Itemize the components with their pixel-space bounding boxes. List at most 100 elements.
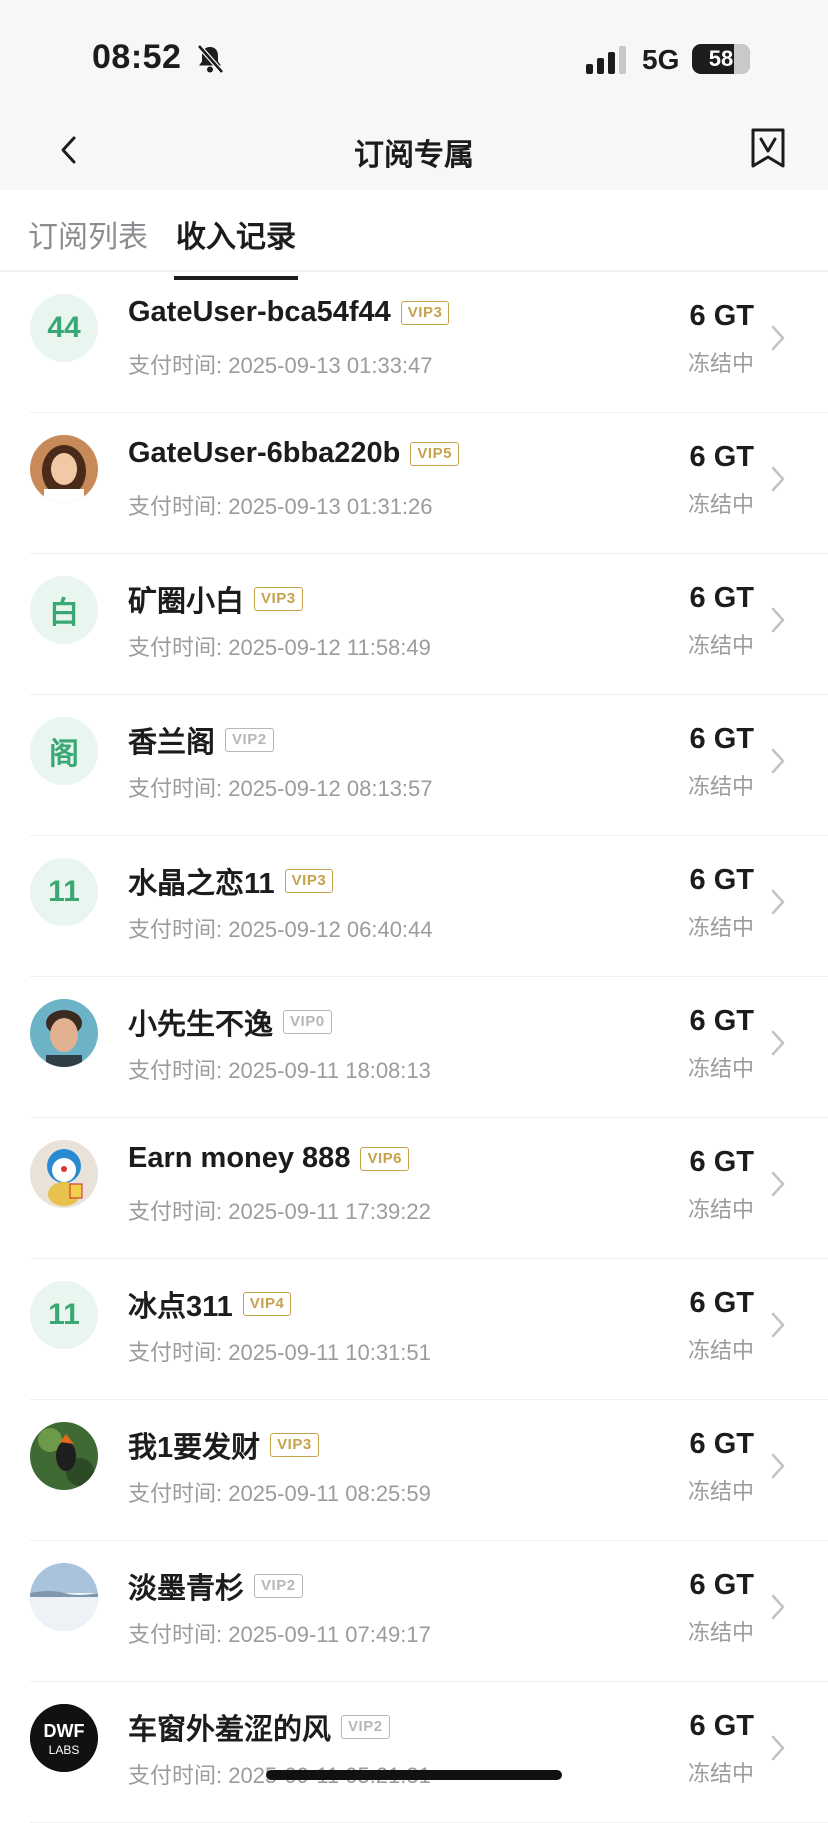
payment-time: 支付时间: 2025-09-11 08:25:59 <box>128 1481 431 1506</box>
cellular-signal-icon <box>586 46 626 74</box>
chevron-right-icon <box>771 1735 785 1761</box>
tab-bar: 订阅列表 收入记录 <box>0 190 828 280</box>
user-name: GateUser-bca54f44 <box>128 296 391 328</box>
battery-level: 58 <box>708 46 734 71</box>
name-line: 我1要发财 VIP3 <box>128 1424 319 1466</box>
user-name: 矿圈小白 <box>128 586 245 618</box>
status-label: 冻结中 <box>687 915 754 940</box>
payment-time: 支付时间: 2025-09-12 06:40:44 <box>128 917 433 942</box>
svg-text:DWF: DWF <box>44 1721 85 1741</box>
status-label: 冻结中 <box>687 1479 754 1504</box>
income-record-row[interactable]: DWFLABS 车窗外羞涩的风 VIP2 支付时间: 2025-09-11 05… <box>30 1682 828 1823</box>
amount: 6 GT <box>689 1710 754 1742</box>
vip-badge: VIP3 <box>254 587 303 611</box>
status-label: 冻结中 <box>687 351 754 376</box>
avatar-text: 白 <box>49 597 79 630</box>
name-line: 小先生不逸 VIP0 <box>128 1001 332 1043</box>
user-name: 我1要发财 <box>128 1432 261 1464</box>
vip-badge: VIP4 <box>242 1292 292 1316</box>
vip-badge: VIP5 <box>410 441 459 466</box>
user-name: GateUser-6bba220b <box>128 437 401 469</box>
status-label: 冻结中 <box>687 1056 754 1081</box>
avatar-initials: 白 <box>30 576 98 644</box>
user-name: 水晶之恋11 <box>128 868 275 900</box>
chevron-right-icon <box>771 607 785 633</box>
income-record-row[interactable]: 我1要发财 VIP3 支付时间: 2025-09-11 08:25:59 6 G… <box>30 1400 828 1541</box>
name-line: GateUser-bca54f44 VIP3 <box>128 296 450 329</box>
chevron-right-icon <box>771 466 785 492</box>
chevron-right-icon <box>771 1453 785 1479</box>
bookmark-icon[interactable] <box>748 126 788 170</box>
user-name: 香兰阁 <box>128 727 216 759</box>
payment-time: 支付时间: 2025-09-12 11:58:49 <box>128 635 431 660</box>
amount: 6 GT <box>689 582 754 614</box>
svg-text:LABS: LABS <box>49 1743 80 1757</box>
chevron-right-icon <box>771 325 785 351</box>
name-line: 车窗外羞涩的风 VIP2 <box>128 1706 390 1748</box>
status-label: 冻结中 <box>687 774 754 799</box>
payment-time: 支付时间: 2025-09-12 08:13:57 <box>128 776 433 801</box>
amount: 6 GT <box>689 441 754 473</box>
status-label: 冻结中 <box>687 1761 754 1786</box>
dwf-labs-logo-avatar: DWF LABS <box>30 1704 98 1772</box>
status-label: 冻结中 <box>687 1338 754 1363</box>
income-record-row[interactable]: Earn money 888 VIP6 支付时间: 2025-09-11 17:… <box>30 1118 828 1259</box>
payment-time: 支付时间: 2025-09-11 17:39:22 <box>128 1199 431 1224</box>
name-line: 矿圈小白 VIP3 <box>128 578 303 620</box>
status-label: 冻结中 <box>687 1620 754 1645</box>
payment-time: 支付时间: 2025-09-11 18:08:13 <box>128 1058 431 1083</box>
income-record-list: 44 GateUser-bca54f44 VIP3 支付时间: 2025-09-… <box>0 272 828 1823</box>
vip-badge: VIP2 <box>225 728 274 752</box>
avatar-text: 阁 <box>49 738 79 771</box>
user-name: 车窗外羞涩的风 <box>128 1714 332 1746</box>
payment-time: 支付时间: 2025-09-13 01:31:26 <box>128 494 433 519</box>
income-record-row[interactable]: 11 冰点311 VIP4 支付时间: 2025-09-11 10:31:51 … <box>30 1259 828 1400</box>
payment-time: 支付时间: 2025-09-11 10:31:51 <box>128 1340 431 1365</box>
vip-badge: VIP6 <box>360 1146 409 1171</box>
income-record-row[interactable]: 阁 香兰阁 VIP2 支付时间: 2025-09-12 08:13:57 6 G… <box>30 695 828 836</box>
home-indicator <box>266 1770 562 1780</box>
tab-subscription-list[interactable]: 订阅列表 <box>28 212 148 256</box>
network-type: 5G <box>642 44 680 75</box>
amount: 6 GT <box>689 300 754 332</box>
name-line: 冰点311 VIP4 <box>128 1283 292 1325</box>
status-time: 08:52 <box>92 38 182 76</box>
amount: 6 GT <box>689 1146 754 1178</box>
amount: 6 GT <box>689 1005 754 1037</box>
status-bar: 08:52 5G 58 <box>0 0 828 110</box>
amount: 6 GT <box>689 1569 754 1601</box>
income-record-row[interactable]: 小先生不逸 VIP0 支付时间: 2025-09-11 18:08:13 6 G… <box>30 977 828 1118</box>
page-title: 订阅专属 <box>354 139 474 172</box>
avatar-text: 11 <box>48 1298 80 1331</box>
name-line: GateUser-6bba220b VIP5 <box>128 437 459 470</box>
bell-muted-icon <box>197 44 224 74</box>
user-name: 小先生不逸 <box>128 1009 274 1041</box>
tab-income-records[interactable]: 收入记录 <box>174 212 298 280</box>
man-portrait-avatar <box>30 999 98 1067</box>
chevron-right-icon <box>771 1171 785 1197</box>
amount: 6 GT <box>689 723 754 755</box>
income-record-row[interactable]: 淡墨青杉 VIP2 支付时间: 2025-09-11 07:49:17 6 GT… <box>30 1541 828 1682</box>
vip-badge: VIP3 <box>270 1433 319 1457</box>
lucky-cat-avatar <box>30 1140 98 1208</box>
status-label: 冻结中 <box>687 492 754 517</box>
income-record-row[interactable]: 44 GateUser-bca54f44 VIP3 支付时间: 2025-09-… <box>30 272 828 413</box>
income-record-row[interactable]: 白 矿圈小白 VIP3 支付时间: 2025-09-12 11:58:49 6 … <box>30 554 828 695</box>
income-record-row[interactable]: GateUser-6bba220b VIP5 支付时间: 2025-09-13 … <box>30 413 828 554</box>
battery-icon: 58 <box>692 44 750 74</box>
status-label: 冻结中 <box>687 1197 754 1222</box>
vip-badge: VIP3 <box>400 300 450 325</box>
nav-bar: 订阅专属 <box>0 110 828 190</box>
chevron-right-icon <box>771 1030 785 1056</box>
avatar-initials: 11 <box>30 858 98 926</box>
avatar-initials: 44 <box>30 294 98 362</box>
income-record-row[interactable]: 11 水晶之恋11 VIP3 支付时间: 2025-09-12 06:40:44… <box>30 836 828 977</box>
payment-time: 支付时间: 2025-09-13 01:33:47 <box>128 353 433 378</box>
avatar-initials: 阁 <box>30 717 98 785</box>
name-line: 淡墨青杉 VIP2 <box>128 1565 303 1607</box>
tab-income-records-label: 收入记录 <box>176 221 296 254</box>
status-label: 冻结中 <box>687 633 754 658</box>
chevron-right-icon <box>771 748 785 774</box>
snow-landscape-avatar <box>30 1563 98 1631</box>
avatar-text: 44 <box>47 311 81 344</box>
